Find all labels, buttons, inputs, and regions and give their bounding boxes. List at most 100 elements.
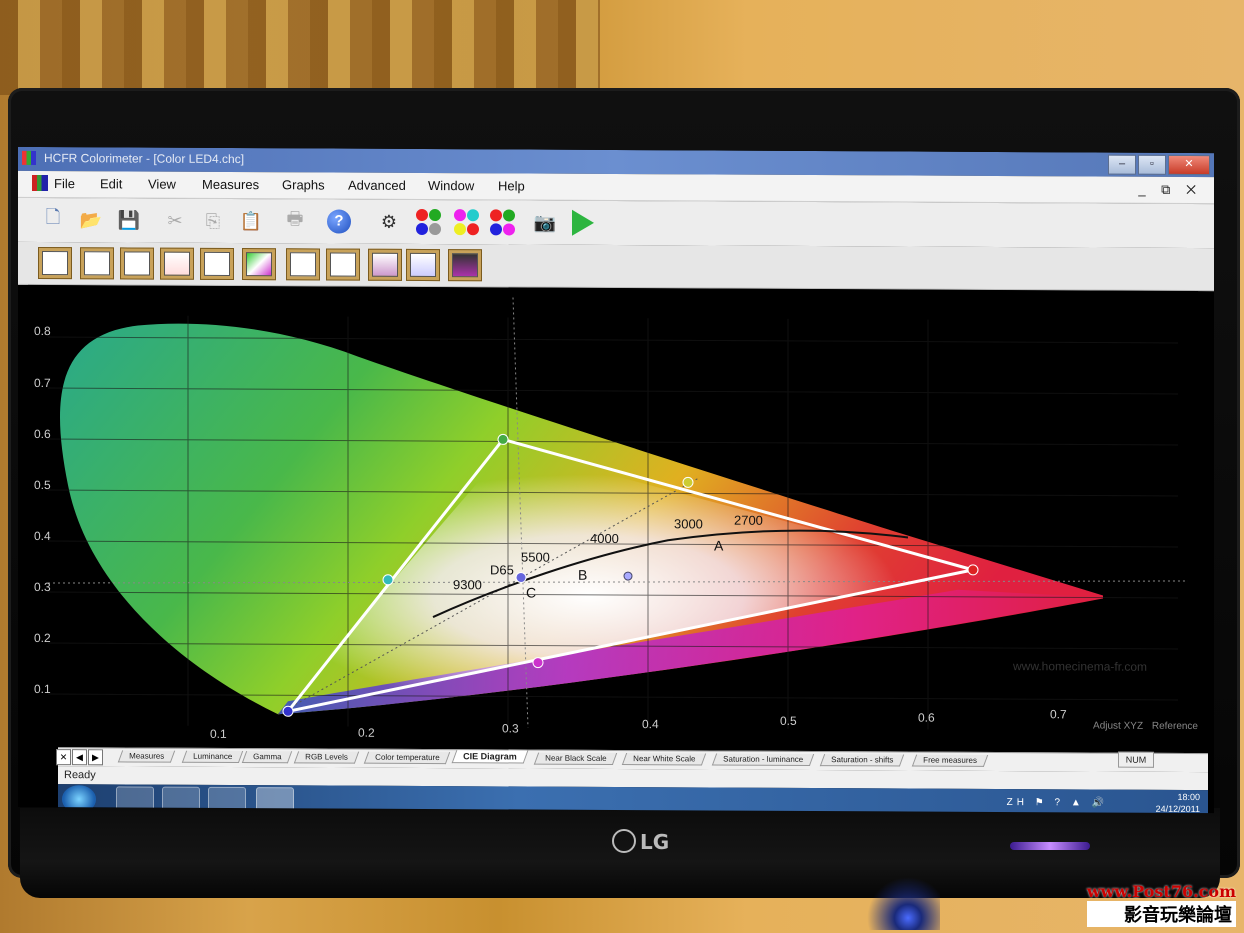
- lg-logo-icon: [612, 829, 636, 853]
- save-icon[interactable]: 💾: [114, 205, 144, 235]
- tab-nav: ✕ ◀ ▶: [56, 749, 103, 766]
- rgb-graph-icon[interactable]: [160, 247, 194, 280]
- language-indicator[interactable]: ZH: [1007, 797, 1028, 808]
- tab-prev-icon[interactable]: ◀: [72, 749, 87, 766]
- cie-diagram: 9300 D65 5500 4000 3000 2700 A B C 0.8 0…: [28, 284, 1198, 754]
- minimize-button[interactable]: –: [1108, 154, 1136, 175]
- tab-free-measures[interactable]: Free measures: [911, 754, 988, 767]
- menu-view[interactable]: View: [148, 177, 176, 192]
- gray-balls-icon[interactable]: [488, 207, 518, 237]
- x-tick: 0.7: [1050, 707, 1067, 721]
- play-icon[interactable]: [568, 208, 598, 238]
- green-primary-point: [497, 433, 509, 445]
- cie-graph-icon[interactable]: [242, 248, 276, 281]
- y-tick: 0.4: [34, 529, 51, 543]
- document-icon: [32, 174, 48, 192]
- saturation-graph-icon[interactable]: [368, 248, 402, 281]
- close-button[interactable]: ✕: [1168, 154, 1210, 176]
- y-tick: 0.7: [34, 376, 51, 390]
- copy-icon[interactable]: ⎘: [198, 206, 228, 236]
- curtain: [0, 0, 600, 95]
- open-folder-icon[interactable]: 📂: [76, 205, 106, 235]
- tab-next-icon[interactable]: ▶: [88, 749, 103, 766]
- measured-point: [623, 571, 633, 581]
- y-tick: 0.3: [34, 580, 51, 594]
- menu-edit[interactable]: Edit: [100, 176, 122, 191]
- tab-near-white-scale[interactable]: Near White Scale: [621, 753, 707, 766]
- options-row: Adjust XYZ Reference: [1087, 720, 1198, 732]
- point-label-c: C: [526, 585, 536, 601]
- rgb-balls-icon[interactable]: [414, 207, 444, 237]
- meter-icon[interactable]: ⚙: [374, 207, 404, 237]
- graph-view-icon[interactable]: [200, 247, 234, 280]
- stand-light: [860, 870, 940, 930]
- x-tick: 0.6: [918, 711, 935, 725]
- window-title: HCFR Colorimeter - [Color LED4.chc]: [44, 151, 245, 167]
- tab-gamma[interactable]: Gamma: [241, 751, 293, 764]
- y-tick: 0.8: [34, 324, 51, 338]
- paste-icon[interactable]: 📋: [236, 206, 266, 236]
- tab-cie-diagram[interactable]: CIE Diagram: [451, 750, 528, 764]
- graph-view-icon[interactable]: [326, 248, 360, 281]
- monitor-bezel: [20, 808, 1220, 898]
- menu-graphs[interactable]: Graphs: [282, 177, 325, 192]
- cct-label-d65: D65: [490, 562, 514, 577]
- free-graph-icon[interactable]: [448, 249, 482, 282]
- help-icon[interactable]: ?: [324, 206, 354, 236]
- cie-chart-svg: 9300 D65 5500 4000 3000 2700 A B C 0.8 0…: [34, 297, 1189, 741]
- magenta-secondary-point: [532, 657, 544, 669]
- x-tick: 0.5: [780, 714, 797, 728]
- point-label-a: A: [714, 538, 724, 554]
- tab-saturation-shifts[interactable]: Saturation - shifts: [819, 754, 905, 767]
- menu-window[interactable]: Window: [428, 178, 474, 193]
- cct-label-3000: 3000: [674, 516, 703, 531]
- graph-view-icon[interactable]: [120, 247, 154, 280]
- x-tick: 0.2: [358, 726, 375, 740]
- mdi-controls[interactable]: _ ⧉ ✕: [1138, 182, 1202, 198]
- maximize-button[interactable]: ▫: [1138, 154, 1166, 175]
- clock-time: 18:00: [1177, 791, 1200, 803]
- red-primary-point: [967, 564, 979, 576]
- adjust-xyz-checkbox[interactable]: Adjust XYZ: [1093, 720, 1143, 731]
- clock[interactable]: 18:00 24/12/2011: [1156, 791, 1200, 813]
- cct-label-4000: 4000: [590, 531, 619, 546]
- graph-view-icon[interactable]: [80, 247, 114, 280]
- toolbar-main: 🗋 📂 💾 ✂ ⎘ 📋 🖶 ? ⚙ 📷: [18, 197, 1214, 249]
- menu-help[interactable]: Help: [498, 178, 525, 193]
- clock-date: 24/12/2011: [1155, 803, 1200, 814]
- tab-near-black-scale[interactable]: Near Black Scale: [533, 752, 618, 765]
- camera-icon[interactable]: 📷: [530, 208, 560, 238]
- screen: HCFR Colorimeter - [Color LED4.chc] – ▫ …: [18, 146, 1214, 814]
- tab-color-temperature[interactable]: Color temperature: [363, 751, 451, 765]
- watermark-name: 影音玩樂論壇: [1086, 901, 1236, 927]
- new-file-icon[interactable]: 🗋: [38, 205, 68, 235]
- color-balls-icon[interactable]: [452, 207, 482, 237]
- graph-view-icon[interactable]: [286, 248, 320, 281]
- menu-file[interactable]: File: [54, 176, 75, 191]
- yellow-secondary-point: [682, 476, 694, 488]
- tab-saturation-luminance[interactable]: Saturation - luminance: [711, 753, 815, 767]
- shift-graph-icon[interactable]: [406, 248, 440, 282]
- y-tick: 0.6: [34, 427, 51, 441]
- credit-text: www.homecinema-fr.com: [1012, 659, 1147, 674]
- x-tick: 0.3: [502, 721, 519, 735]
- tab-measures[interactable]: Measures: [117, 750, 176, 763]
- watermark-url: www.Post76.com: [1086, 882, 1236, 901]
- graph-view-icon[interactable]: [38, 246, 72, 280]
- cut-icon[interactable]: ✂: [160, 206, 190, 236]
- white-point: [515, 572, 527, 584]
- close-tab-icon[interactable]: ✕: [56, 749, 71, 766]
- menu-advanced[interactable]: Advanced: [348, 178, 406, 193]
- reference-checkbox[interactable]: Reference: [1152, 721, 1198, 732]
- tab-rgb-levels[interactable]: RGB Levels: [293, 751, 359, 764]
- cct-label-2700: 2700: [734, 513, 763, 528]
- blue-primary-point: [282, 705, 294, 717]
- num-lock-indicator: NUM: [1118, 751, 1154, 768]
- cyan-secondary-point: [382, 574, 394, 586]
- tray-icons: ZH ⚑ ? ▲ 🔊: [1006, 797, 1108, 809]
- tab-luminance[interactable]: Luminance: [181, 750, 244, 764]
- x-tick: 0.1: [210, 727, 227, 741]
- y-tick: 0.1: [34, 682, 51, 696]
- menu-measures[interactable]: Measures: [202, 177, 259, 192]
- print-icon[interactable]: 🖶: [280, 206, 310, 236]
